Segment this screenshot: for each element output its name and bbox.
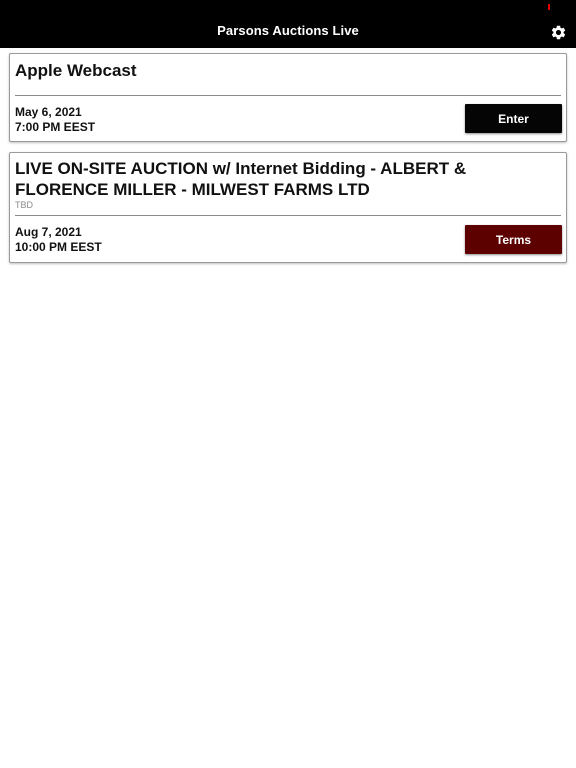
auction-time: 7:00 PM EEST	[15, 120, 96, 134]
app-screen: Parsons Auctions Live Apple Webcast May …	[0, 0, 576, 768]
auction-date: Aug 7, 2021	[15, 225, 82, 239]
auction-card-miller: LIVE ON-SITE AUCTION w/ Internet Bidding…	[9, 152, 567, 263]
auction-title: Apple Webcast	[15, 61, 137, 80]
auction-title: LIVE ON-SITE AUCTION w/ Internet Bidding…	[15, 159, 467, 199]
enter-button[interactable]: Enter	[465, 104, 562, 133]
card-divider	[15, 215, 561, 216]
terms-button[interactable]: Terms	[465, 225, 562, 254]
card-divider	[15, 95, 561, 96]
auction-datetime: May 6, 2021 7:00 PM EEST	[15, 105, 95, 135]
auction-card-apple-webcast: Apple Webcast May 6, 2021 7:00 PM EEST E…	[9, 53, 567, 142]
settings-button[interactable]	[548, 22, 568, 42]
app-title: Parsons Auctions Live	[217, 23, 359, 38]
auction-subtitle: TBD	[15, 200, 33, 210]
status-indicator	[548, 4, 550, 10]
gear-icon	[551, 25, 565, 39]
auction-date: May 6, 2021	[15, 105, 82, 119]
auction-datetime: Aug 7, 2021 10:00 PM EEST	[15, 225, 102, 255]
top-bar: Parsons Auctions Live	[0, 0, 576, 48]
auction-time: 10:00 PM EEST	[15, 240, 102, 254]
